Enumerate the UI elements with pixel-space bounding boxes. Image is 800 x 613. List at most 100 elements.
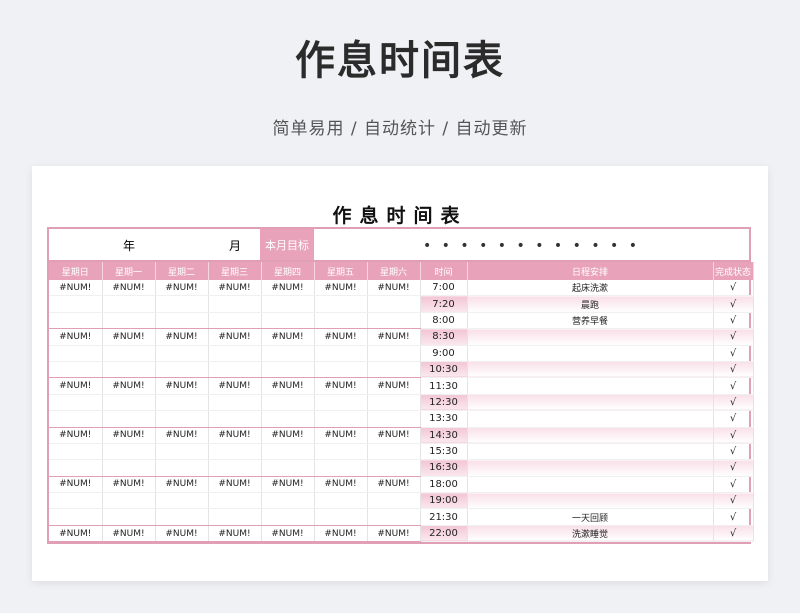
- done-status-cell[interactable]: √: [713, 345, 754, 362]
- calendar-day-cell[interactable]: [208, 361, 262, 379]
- calendar-day-cell[interactable]: [155, 295, 209, 313]
- calendar-day-cell[interactable]: [155, 345, 209, 362]
- calendar-day-cell[interactable]: #NUM!: [208, 280, 262, 297]
- calendar-day-cell[interactable]: #NUM!: [49, 525, 103, 543]
- calendar-day-cell[interactable]: [314, 443, 368, 461]
- time-cell[interactable]: 9:00: [420, 345, 468, 362]
- done-status-cell[interactable]: √: [713, 508, 754, 526]
- calendar-day-cell[interactable]: #NUM!: [367, 525, 421, 543]
- calendar-day-cell[interactable]: [155, 410, 209, 428]
- calendar-day-cell[interactable]: #NUM!: [208, 328, 262, 346]
- calendar-day-cell[interactable]: #NUM!: [208, 377, 262, 395]
- done-status-cell[interactable]: √: [713, 459, 754, 477]
- done-status-cell[interactable]: √: [713, 476, 754, 494]
- calendar-day-cell[interactable]: [102, 410, 156, 428]
- calendar-day-cell[interactable]: [155, 492, 209, 510]
- calendar-day-cell[interactable]: [261, 459, 315, 477]
- calendar-day-cell[interactable]: #NUM!: [314, 525, 368, 543]
- calendar-day-cell[interactable]: #NUM!: [102, 328, 156, 346]
- done-status-cell[interactable]: √: [713, 312, 754, 330]
- time-cell[interactable]: 8:00: [420, 312, 468, 330]
- time-cell[interactable]: 18:00: [420, 476, 468, 494]
- calendar-day-cell[interactable]: [155, 312, 209, 330]
- calendar-day-cell[interactable]: [314, 459, 368, 477]
- calendar-day-cell[interactable]: [261, 361, 315, 379]
- done-status-cell[interactable]: √: [713, 361, 754, 379]
- calendar-day-cell[interactable]: [49, 492, 103, 510]
- calendar-day-cell[interactable]: [102, 345, 156, 362]
- calendar-day-cell[interactable]: [49, 394, 103, 412]
- calendar-day-cell[interactable]: [367, 394, 421, 412]
- calendar-day-cell[interactable]: [314, 295, 368, 313]
- time-cell[interactable]: 19:00: [420, 492, 468, 510]
- calendar-day-cell[interactable]: [102, 508, 156, 526]
- calendar-day-cell[interactable]: #NUM!: [102, 377, 156, 395]
- calendar-day-cell[interactable]: #NUM!: [49, 427, 103, 444]
- calendar-day-cell[interactable]: #NUM!: [49, 280, 103, 297]
- calendar-day-cell[interactable]: #NUM!: [102, 476, 156, 494]
- calendar-day-cell[interactable]: #NUM!: [314, 427, 368, 444]
- calendar-day-cell[interactable]: [155, 443, 209, 461]
- done-status-cell[interactable]: √: [713, 443, 754, 461]
- calendar-day-cell[interactable]: [208, 312, 262, 330]
- calendar-day-cell[interactable]: #NUM!: [102, 525, 156, 543]
- calendar-day-cell[interactable]: #NUM!: [367, 377, 421, 395]
- time-cell[interactable]: 13:30: [420, 410, 468, 428]
- calendar-day-cell[interactable]: [155, 394, 209, 412]
- calendar-day-cell[interactable]: #NUM!: [314, 476, 368, 494]
- calendar-day-cell[interactable]: #NUM!: [367, 328, 421, 346]
- done-status-cell[interactable]: √: [713, 525, 754, 543]
- calendar-day-cell[interactable]: [261, 410, 315, 428]
- calendar-day-cell[interactable]: #NUM!: [102, 427, 156, 444]
- task-cell[interactable]: [467, 394, 714, 412]
- time-cell[interactable]: 22:00: [420, 525, 468, 543]
- calendar-day-cell[interactable]: #NUM!: [155, 328, 209, 346]
- task-cell[interactable]: 一天回顾: [467, 508, 714, 526]
- calendar-day-cell[interactable]: [49, 410, 103, 428]
- calendar-day-cell[interactable]: [367, 345, 421, 362]
- task-cell[interactable]: 晨跑: [467, 295, 714, 313]
- calendar-day-cell[interactable]: #NUM!: [261, 476, 315, 494]
- calendar-day-cell[interactable]: [314, 394, 368, 412]
- calendar-day-cell[interactable]: #NUM!: [208, 525, 262, 543]
- calendar-day-cell[interactable]: [314, 312, 368, 330]
- calendar-day-cell[interactable]: [49, 312, 103, 330]
- calendar-day-cell[interactable]: [155, 361, 209, 379]
- calendar-day-cell[interactable]: #NUM!: [155, 525, 209, 543]
- task-cell[interactable]: 营养早餐: [467, 312, 714, 330]
- calendar-day-cell[interactable]: [155, 459, 209, 477]
- calendar-day-cell[interactable]: #NUM!: [155, 476, 209, 494]
- calendar-day-cell[interactable]: #NUM!: [155, 280, 209, 297]
- calendar-day-cell[interactable]: [208, 410, 262, 428]
- calendar-day-cell[interactable]: #NUM!: [367, 280, 421, 297]
- year-month-cell[interactable]: 年 月: [49, 229, 260, 260]
- calendar-day-cell[interactable]: [49, 459, 103, 477]
- calendar-day-cell[interactable]: [208, 459, 262, 477]
- task-cell[interactable]: 洗漱睡觉: [467, 525, 714, 543]
- calendar-day-cell[interactable]: #NUM!: [261, 328, 315, 346]
- calendar-day-cell[interactable]: #NUM!: [261, 525, 315, 543]
- calendar-day-cell[interactable]: #NUM!: [367, 476, 421, 494]
- calendar-day-cell[interactable]: #NUM!: [261, 427, 315, 444]
- task-cell[interactable]: [467, 345, 714, 362]
- calendar-day-cell[interactable]: #NUM!: [155, 427, 209, 444]
- goal-value-cell[interactable]: • • • • • • • • • • • •: [314, 229, 749, 260]
- calendar-day-cell[interactable]: [367, 295, 421, 313]
- calendar-day-cell[interactable]: #NUM!: [314, 377, 368, 395]
- task-cell[interactable]: [467, 410, 714, 428]
- calendar-day-cell[interactable]: [314, 410, 368, 428]
- calendar-day-cell[interactable]: [49, 443, 103, 461]
- calendar-day-cell[interactable]: [208, 443, 262, 461]
- time-cell[interactable]: 16:30: [420, 459, 468, 477]
- calendar-day-cell[interactable]: [49, 508, 103, 526]
- calendar-day-cell[interactable]: [208, 492, 262, 510]
- calendar-day-cell[interactable]: [367, 459, 421, 477]
- calendar-day-cell[interactable]: [314, 508, 368, 526]
- task-cell[interactable]: 起床洗漱: [467, 280, 714, 297]
- calendar-day-cell[interactable]: [102, 312, 156, 330]
- task-cell[interactable]: [467, 459, 714, 477]
- calendar-day-cell[interactable]: [314, 361, 368, 379]
- time-cell[interactable]: 12:30: [420, 394, 468, 412]
- time-cell[interactable]: 7:00: [420, 280, 468, 297]
- calendar-day-cell[interactable]: #NUM!: [49, 377, 103, 395]
